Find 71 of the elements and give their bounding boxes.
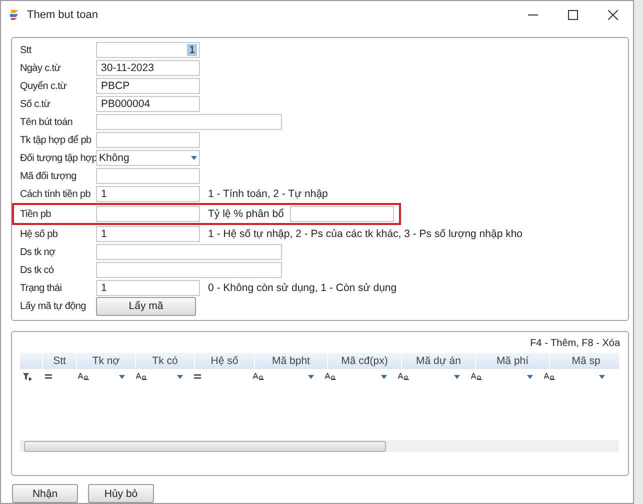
scrollbar-thumb[interactable] (24, 440, 386, 452)
dropdown-caret-icon (599, 374, 605, 378)
text-filter-icon[interactable] (325, 373, 336, 380)
field-note: 1 - Tính toán, 2 - Tự nhập (208, 188, 328, 200)
field-label: Quyển c.từ (20, 80, 68, 92)
input-field[interactable]: 1 (96, 42, 200, 58)
text-filter-icon[interactable] (398, 373, 409, 380)
field-note: 1 - Hệ số tự nhập, 2 - Ps của các tk khác, 3 - Ps số lượng nhập kho (208, 228, 523, 240)
input-field[interactable] (96, 262, 282, 278)
field-label: Mã đối tượng (20, 170, 78, 182)
input-field[interactable] (96, 132, 200, 148)
input-field[interactable] (96, 206, 200, 222)
dropdown-caret-icon (119, 374, 125, 378)
input-field[interactable] (290, 206, 394, 222)
field-label: Ngày c.từ (20, 62, 62, 74)
input-field[interactable]: PBCP (96, 78, 200, 94)
field-label: Tiền pb (20, 208, 52, 220)
input-field[interactable]: 30-11-2023 (96, 60, 200, 76)
input-field[interactable] (96, 114, 282, 130)
dropdown-caret-icon (527, 374, 533, 378)
equals-icon[interactable] (45, 374, 52, 379)
input-field[interactable]: 1 (96, 280, 200, 296)
column-header[interactable]: Stt (43, 353, 77, 369)
input-field[interactable] (96, 168, 200, 184)
dialog-button[interactable]: Hủy bỏ (88, 484, 154, 503)
shortcut-hint: F4 - Thêm, F8 - Xóa (530, 338, 620, 349)
dropdown-caret-icon (177, 374, 183, 378)
input-field[interactable]: PB000004 (96, 96, 200, 112)
column-header[interactable]: Tk có (136, 353, 195, 369)
dropdown-field[interactable]: Không (96, 150, 200, 166)
column-header[interactable]: Tk nợ (77, 353, 136, 369)
equals-icon[interactable] (194, 374, 201, 379)
field-note: 0 - Không còn sử dụng, 1 - Còn sử dụng (208, 282, 397, 294)
field-label: Ds tk có (20, 264, 55, 276)
field-label: Stt (20, 44, 33, 56)
maximize-icon[interactable] (568, 10, 578, 20)
column-header[interactable]: Mã bpht (255, 353, 328, 369)
field-label: Tỷ lệ % phân bổ (208, 208, 284, 220)
column-header[interactable]: Hệ số (195, 353, 255, 369)
text-filter-icon[interactable] (544, 373, 555, 380)
column-header[interactable]: Mã dự án (402, 353, 476, 369)
generate-code-button[interactable]: Lấy mã (96, 296, 196, 316)
column-header[interactable]: Mã phí (476, 353, 550, 369)
filter-icon[interactable] (23, 372, 32, 380)
text-filter-icon[interactable] (253, 373, 264, 380)
input-field[interactable]: 1 (96, 186, 200, 202)
text-filter-icon[interactable] (471, 373, 482, 380)
field-label: Cách tính tiền pb (20, 188, 92, 200)
field-label: Trạng thái (20, 282, 63, 294)
input-field[interactable] (96, 244, 282, 260)
field-label: Số c.từ (20, 98, 52, 110)
text-filter-icon[interactable] (136, 373, 147, 380)
field-label: Hệ số pb (20, 228, 59, 240)
close-icon[interactable] (608, 10, 618, 20)
text-filter-icon[interactable] (78, 373, 89, 380)
row-indicator-header (20, 353, 43, 369)
field-label: Ds tk nợ (20, 246, 56, 258)
input-field[interactable]: 1 (96, 226, 200, 242)
field-label: Tk tập hợp để pb (20, 134, 92, 146)
window-title: Them but toan (27, 9, 99, 21)
column-header[interactable]: Mã sp (550, 353, 619, 369)
app-logo-icon (9, 9, 19, 21)
dialog-button[interactable]: Nhận (12, 484, 78, 503)
dropdown-caret-icon (381, 374, 387, 378)
dropdown-caret-icon (454, 374, 460, 378)
dropdown-caret-icon (191, 156, 197, 160)
field-label: Tên bút toán (20, 116, 74, 128)
column-header[interactable]: Mã cđ(px) (328, 353, 402, 369)
horizontal-scrollbar[interactable] (20, 440, 619, 452)
field-label: Lấy mã tự động (20, 300, 87, 312)
dropdown-caret-icon (308, 374, 314, 378)
